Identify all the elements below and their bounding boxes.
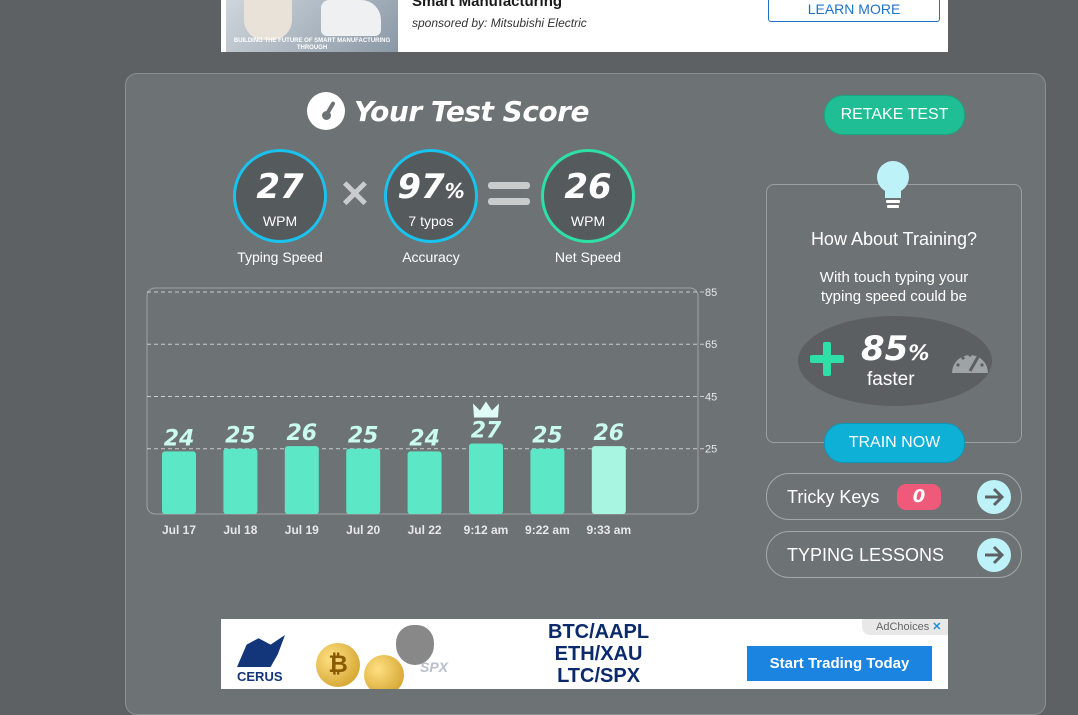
typing-speed-unit: WPM — [262, 213, 298, 229]
net-speed-unit: WPM — [570, 213, 606, 229]
bottom-advertisement[interactable]: AdChoices ✕ CERUS ₿ SPX BTC/AAPL ETH/XAU … — [221, 619, 948, 689]
typing-speed-ring: 27 WPM — [233, 149, 327, 243]
bar — [591, 446, 626, 514]
y-tick-label: 65 — [705, 339, 717, 351]
retake-test-button[interactable]: RETAKE TEST — [824, 95, 965, 135]
typing-lessons-button[interactable]: TYPING LESSONS — [766, 531, 1022, 578]
bar-value-label: 24 — [409, 426, 440, 451]
ad-headline[interactable]: Smart Manufacturing — [412, 0, 562, 10]
gold-coin-icon — [364, 655, 404, 689]
bar-value-label: 25 — [225, 424, 256, 449]
bar-value-label: 25 — [348, 424, 379, 449]
y-tick-label: 45 — [705, 391, 717, 403]
typing-speed-value: 27 — [256, 167, 304, 207]
bar-value-label: 27 — [471, 418, 502, 443]
accuracy-label: Accuracy — [402, 249, 460, 265]
speedometer-icon — [307, 92, 345, 130]
accuracy-ring: 97% 7 typos — [384, 149, 478, 243]
accuracy-stat: 97% 7 typos Accuracy — [384, 149, 478, 265]
bar-value-label: 26 — [286, 421, 317, 446]
training-question: How About Training? — [810, 229, 978, 249]
x-tick-label: Jul 18 — [223, 523, 257, 537]
ad-person-figure — [244, 0, 292, 40]
net-speed-label: Net Speed — [554, 249, 622, 265]
lightbulb-icon — [877, 161, 909, 208]
spx-badge: SPX — [420, 659, 449, 675]
bar — [223, 448, 258, 514]
ad-image: BUILDING THE FUTURE OF SMART MANUFACTURI… — [226, 0, 398, 52]
bar — [346, 448, 381, 514]
ad-robot-figure — [321, 0, 381, 36]
adchoices-badge[interactable]: AdChoices ✕ — [862, 619, 948, 635]
improvement-percent: 85% — [861, 329, 930, 369]
train-now-button[interactable]: TRAIN NOW — [824, 423, 965, 463]
bar — [284, 446, 319, 514]
bar-value-label: 26 — [593, 421, 624, 446]
tricky-keys-label: Tricky Keys — [787, 487, 880, 507]
net-speed-value: 26 — [564, 167, 612, 207]
net-speed-ring: 26 WPM — [541, 149, 635, 243]
plus-icon — [810, 342, 844, 376]
y-tick-label: 85 — [705, 287, 717, 299]
speed-history-chart: 25 45 65 85 24 Jul 17 25 Jul 18 26 Jul 19 25 Jul 20… — [146, 287, 717, 537]
bitcoin-coin-icon: ₿ — [316, 643, 360, 687]
training-card: How About Training? With touch typing yo… — [766, 184, 1022, 443]
speedometer-icon — [952, 353, 988, 373]
arrow-right-icon[interactable] — [977, 480, 1011, 514]
equals-icon — [488, 182, 530, 205]
bar — [469, 443, 503, 514]
x-tick-label: 9:22 am — [525, 523, 570, 537]
start-trading-button[interactable]: Start Trading Today — [747, 646, 932, 681]
x-tick-label: 9:33 am — [586, 523, 631, 537]
bar — [162, 451, 196, 514]
typing-speed-label: Typing Speed — [237, 249, 323, 265]
title-text: Your Test Score — [354, 94, 589, 128]
typing-speed-stat: 27 WPM Typing Speed — [233, 149, 327, 265]
bull-icon — [237, 635, 285, 667]
x-tick-label: Jul 20 — [346, 523, 380, 537]
close-icon: ✕ — [932, 621, 942, 633]
ad-sponsor: sponsored by: Mitsubishi Electric — [412, 16, 587, 30]
bar-value-label: 24 — [164, 426, 195, 451]
arrow-right-icon[interactable] — [977, 538, 1011, 572]
bar — [530, 448, 565, 514]
top-advertisement[interactable]: BUILDING THE FUTURE OF SMART MANUFACTURI… — [221, 0, 948, 52]
accuracy-value: 97% — [397, 167, 465, 207]
y-tick-label: 25 — [705, 444, 717, 456]
ad-image-caption: BUILDING THE FUTURE OF SMART MANUFACTURI… — [233, 38, 391, 51]
learn-more-button[interactable]: LEARN MORE — [768, 0, 940, 22]
tricky-keys-count-badge: 0 — [897, 484, 941, 510]
training-description: With touch typing your typing speed coul… — [819, 269, 969, 305]
x-tick-label: Jul 19 — [285, 523, 319, 537]
typing-lessons-label: TYPING LESSONS — [787, 545, 945, 565]
x-tick-label: Jul 22 — [408, 523, 442, 537]
page-title: Your Test Score — [307, 92, 589, 130]
net-speed-stat: 26 WPM Net Speed — [541, 149, 635, 265]
trading-pairs: BTC/AAPL ETH/XAU LTC/SPX — [548, 621, 650, 687]
bar — [407, 451, 442, 514]
bar-value-label: 25 — [532, 424, 563, 449]
x-tick-label: Jul 17 — [162, 523, 196, 537]
typo-count: 7 typos — [408, 213, 454, 229]
cerus-logo: CERUS — [237, 635, 289, 684]
multiply-icon: ✕ — [339, 174, 371, 216]
tricky-keys-button[interactable]: Tricky Keys 0 — [766, 473, 1022, 520]
x-tick-label: 9:12 am — [464, 523, 509, 537]
faster-label: faster — [867, 369, 915, 390]
